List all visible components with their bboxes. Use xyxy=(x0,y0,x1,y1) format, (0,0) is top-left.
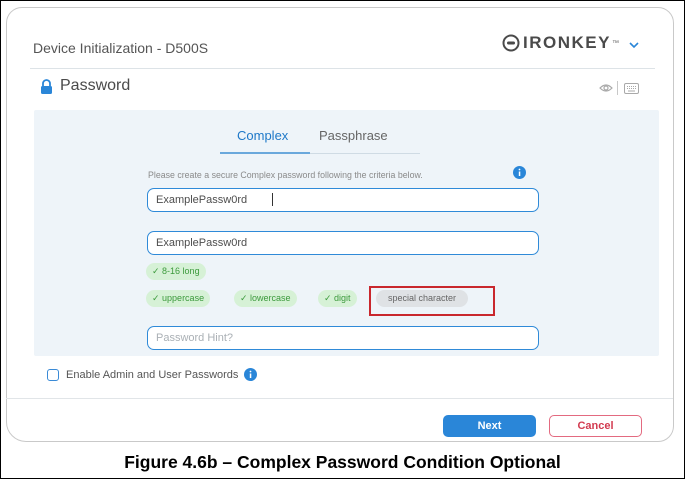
window-title: Device Initialization - D500S xyxy=(33,40,209,56)
tab-complex[interactable]: Complex xyxy=(237,128,288,143)
icon-divider xyxy=(617,81,618,95)
password-input[interactable] xyxy=(147,188,539,212)
tab-passphrase[interactable]: Passphrase xyxy=(319,128,388,143)
brand-logo: IRONKEY ™ xyxy=(502,33,619,53)
password-hint-input[interactable] xyxy=(147,326,539,350)
criteria-length-badge: ✓ 8-16 long xyxy=(146,263,206,280)
cancel-button[interactable]: Cancel xyxy=(549,415,642,437)
footer-divider xyxy=(6,398,673,399)
password-instructions: Please create a secure Complex password … xyxy=(148,170,423,180)
chevron-down-icon[interactable] xyxy=(629,42,639,49)
criteria-digit-badge: ✓ digit xyxy=(318,290,357,307)
enable-admin-user-checkbox[interactable] xyxy=(47,368,59,381)
next-button[interactable]: Next xyxy=(443,415,536,437)
password-section-header: Password xyxy=(40,77,130,95)
keyboard-icon[interactable] xyxy=(624,83,639,94)
info-icon[interactable] xyxy=(513,166,526,179)
figure-caption: Figure 4.6b – Complex Password Condition… xyxy=(124,452,561,472)
section-label: Password xyxy=(60,77,131,94)
confirm-password-input[interactable] xyxy=(147,231,539,255)
tab-track xyxy=(310,153,420,154)
admin-user-passwords-option: Enable Admin and User Passwords xyxy=(47,368,258,381)
eye-icon[interactable] xyxy=(599,83,613,93)
brand-trademark: ™ xyxy=(611,39,619,47)
criteria-lowercase-badge: ✓ lowercase xyxy=(234,290,297,307)
text-cursor xyxy=(272,193,273,206)
annotation-highlight-box xyxy=(369,286,495,316)
admin-option-label[interactable]: Enable Admin and User Passwords xyxy=(66,369,238,381)
brand-name: IRONKEY xyxy=(523,33,611,52)
header-divider xyxy=(30,68,655,69)
info-icon[interactable] xyxy=(244,368,258,381)
active-tab-indicator xyxy=(220,152,310,154)
criteria-uppercase-badge: ✓ uppercase xyxy=(146,290,211,307)
ironkey-logo-icon xyxy=(502,34,520,52)
lock-icon xyxy=(41,78,52,94)
